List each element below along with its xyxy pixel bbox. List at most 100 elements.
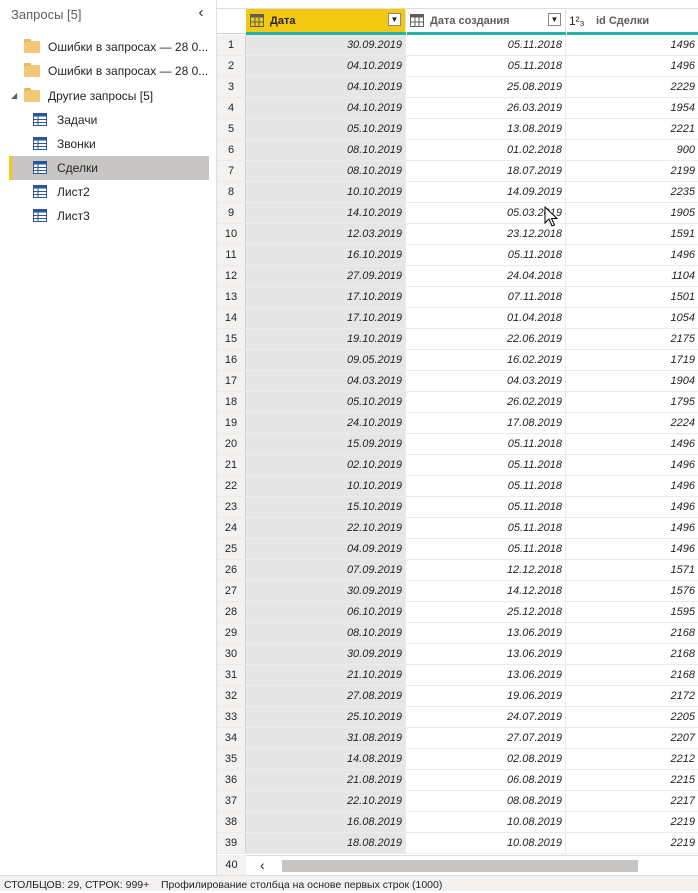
table-cell[interactable]: 1104 <box>566 266 698 286</box>
table-cell[interactable]: 04.10.2019 <box>246 98 406 118</box>
table-cell[interactable]: 2207 <box>566 728 698 748</box>
table-cell[interactable]: 31.08.2019 <box>246 728 406 748</box>
table-cell[interactable]: 19.06.2019 <box>406 686 566 706</box>
table-cell[interactable]: 05.10.2019 <box>246 392 406 412</box>
table-cell[interactable]: 2175 <box>566 329 698 349</box>
table-cell[interactable]: 04.03.2019 <box>406 371 566 391</box>
table-cell[interactable]: 18.08.2019 <box>246 833 406 853</box>
table-cell[interactable]: 1576 <box>566 581 698 601</box>
table-cell[interactable]: 04.03.2019 <box>246 371 406 391</box>
table-cell[interactable]: 26.02.2019 <box>406 392 566 412</box>
table-cell[interactable]: 30.09.2019 <box>246 644 406 664</box>
table-cell[interactable]: 25.12.2018 <box>406 602 566 622</box>
table-cell[interactable]: 14.12.2018 <box>406 581 566 601</box>
table-cell[interactable]: 1719 <box>566 350 698 370</box>
table-cell[interactable]: 22.10.2019 <box>246 518 406 538</box>
table-cell[interactable]: 01.02.2018 <box>406 140 566 160</box>
table-cell[interactable]: 10.08.2019 <box>406 833 566 853</box>
table-cell[interactable]: 15.09.2019 <box>246 434 406 454</box>
table-cell[interactable]: 22.10.2019 <box>246 791 406 811</box>
table-cell[interactable]: 21.08.2019 <box>246 770 406 790</box>
table-cell[interactable]: 1496 <box>566 539 698 559</box>
table-cell[interactable]: 16.02.2019 <box>406 350 566 370</box>
table-cell[interactable]: 2221 <box>566 119 698 139</box>
table-cell[interactable]: 22.06.2019 <box>406 329 566 349</box>
table-cell[interactable]: 05.11.2018 <box>406 56 566 76</box>
table-cell[interactable]: 02.10.2019 <box>246 455 406 475</box>
table-cell[interactable]: 05.03.2019 <box>406 203 566 223</box>
table-cell[interactable]: 19.10.2019 <box>246 329 406 349</box>
query-table-item[interactable]: Звонки <box>9 132 209 156</box>
table-cell[interactable]: 2219 <box>566 812 698 832</box>
query-folder-item[interactable]: Ошибки в запросах — 28 0... <box>0 59 209 83</box>
table-cell[interactable]: 1905 <box>566 203 698 223</box>
table-cell[interactable]: 2235 <box>566 182 698 202</box>
table-cell[interactable]: 05.11.2018 <box>406 455 566 475</box>
table-cell[interactable]: 2205 <box>566 707 698 727</box>
table-cell[interactable]: 2199 <box>566 161 698 181</box>
horizontal-scrollbar[interactable]: ‹ <box>246 855 698 875</box>
table-cell[interactable]: 1501 <box>566 287 698 307</box>
table-cell[interactable]: 05.10.2019 <box>246 119 406 139</box>
table-cell[interactable]: 16.10.2019 <box>246 245 406 265</box>
table-cell[interactable]: 24.07.2019 <box>406 707 566 727</box>
table-cell[interactable]: 08.10.2019 <box>246 140 406 160</box>
table-cell[interactable]: 1496 <box>566 476 698 496</box>
table-cell[interactable]: 900 <box>566 140 698 160</box>
table-cell[interactable]: 05.11.2018 <box>406 476 566 496</box>
scrollbar-thumb[interactable] <box>282 860 638 872</box>
table-cell[interactable]: 24.10.2019 <box>246 413 406 433</box>
table-cell[interactable]: 1795 <box>566 392 698 412</box>
table-cell[interactable]: 21.10.2019 <box>246 665 406 685</box>
table-cell[interactable]: 2219 <box>566 833 698 853</box>
table-cell[interactable]: 1904 <box>566 371 698 391</box>
column-filter-button[interactable]: ▼ <box>388 13 401 26</box>
table-cell[interactable]: 1595 <box>566 602 698 622</box>
table-cell[interactable]: 2172 <box>566 686 698 706</box>
table-cell[interactable]: 25.10.2019 <box>246 707 406 727</box>
table-cell[interactable]: 2215 <box>566 770 698 790</box>
status-profiling-note[interactable]: Профилирование столбца на основе первых … <box>161 878 442 893</box>
table-cell[interactable]: 08.08.2019 <box>406 791 566 811</box>
table-cell[interactable]: 13.06.2019 <box>406 665 566 685</box>
table-cell[interactable]: 07.11.2018 <box>406 287 566 307</box>
table-cell[interactable]: 10.08.2019 <box>406 812 566 832</box>
table-cell[interactable]: 27.09.2019 <box>246 266 406 286</box>
table-cell[interactable]: 2217 <box>566 791 698 811</box>
expand-caret-icon[interactable]: ◢ <box>11 84 21 108</box>
table-cell[interactable]: 05.11.2018 <box>406 245 566 265</box>
table-cell[interactable]: 05.11.2018 <box>406 518 566 538</box>
table-cell[interactable]: 05.11.2018 <box>406 497 566 517</box>
table-cell[interactable]: 2229 <box>566 77 698 97</box>
column-filter-button[interactable]: ▼ <box>548 13 561 26</box>
table-cell[interactable]: 10.10.2019 <box>246 182 406 202</box>
table-cell[interactable]: 25.08.2019 <box>406 77 566 97</box>
table-cell[interactable]: 12.12.2018 <box>406 560 566 580</box>
table-cell[interactable]: 05.11.2018 <box>406 434 566 454</box>
table-cell[interactable]: 12.03.2019 <box>246 224 406 244</box>
table-cell[interactable]: 13.06.2019 <box>406 644 566 664</box>
table-cell[interactable]: 13.08.2019 <box>406 119 566 139</box>
table-cell[interactable]: 18.07.2019 <box>406 161 566 181</box>
table-cell[interactable]: 13.06.2019 <box>406 623 566 643</box>
table-cell[interactable]: 07.09.2019 <box>246 560 406 580</box>
table-cell[interactable]: 1496 <box>566 455 698 475</box>
table-cell[interactable]: 06.10.2019 <box>246 602 406 622</box>
table-cell[interactable]: 09.05.2019 <box>246 350 406 370</box>
table-cell[interactable]: 10.10.2019 <box>246 476 406 496</box>
table-cell[interactable]: 23.12.2018 <box>406 224 566 244</box>
table-cell[interactable]: 14.10.2019 <box>246 203 406 223</box>
query-table-item[interactable]: Лист3 <box>9 204 209 228</box>
query-table-item[interactable]: Сделки <box>9 156 209 180</box>
table-cell[interactable]: 27.07.2019 <box>406 728 566 748</box>
table-cell[interactable]: 15.10.2019 <box>246 497 406 517</box>
table-cell[interactable]: 1496 <box>566 56 698 76</box>
column-header-deal-id[interactable]: 1²₃ id Сделки <box>566 9 698 33</box>
table-cell[interactable]: 14.09.2019 <box>406 182 566 202</box>
table-cell[interactable]: 2168 <box>566 665 698 685</box>
table-cell[interactable]: 1496 <box>566 245 698 265</box>
table-cell[interactable]: 05.11.2018 <box>406 35 566 55</box>
table-cell[interactable]: 04.09.2019 <box>246 539 406 559</box>
table-cell[interactable]: 1496 <box>566 497 698 517</box>
table-cell[interactable]: 24.04.2018 <box>406 266 566 286</box>
